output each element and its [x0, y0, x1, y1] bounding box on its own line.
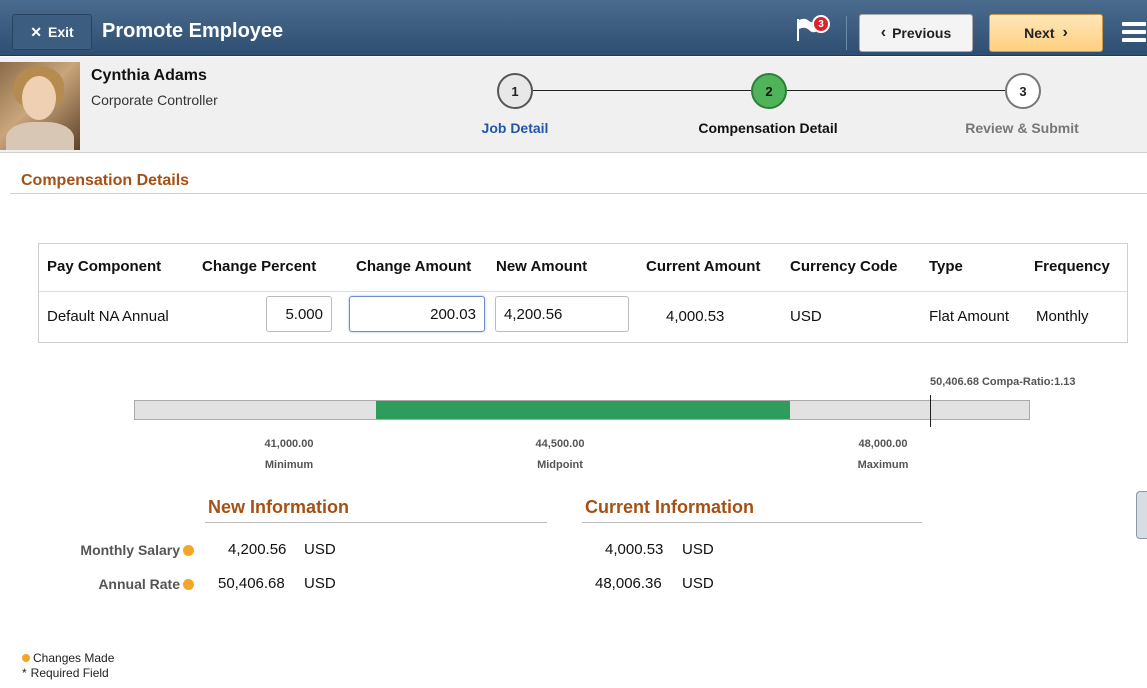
next-button[interactable]: Next ›	[989, 14, 1103, 52]
header-new-amount: New Amount	[496, 258, 588, 275]
page-header: ✕ Exit Promote Employee 3 ‹ Previous Nex…	[0, 0, 1147, 56]
type-cell: Flat Amount	[929, 308, 1010, 325]
table-header-divider	[39, 291, 1127, 292]
section-title: Compensation Details	[21, 172, 190, 189]
side-panel-toggle[interactable]	[1136, 491, 1147, 539]
change-amount-input[interactable]: 200.03	[349, 296, 485, 332]
current-information-heading: Current Information	[585, 497, 754, 517]
notifications-button[interactable]: 3	[795, 15, 835, 47]
range-midpoint-value: 44,500.00	[535, 438, 585, 450]
annual-rate-current-amount: 48,006.36	[595, 575, 662, 592]
new-information-heading: New Information	[208, 497, 350, 517]
header-pay-component: Pay Component	[47, 258, 162, 275]
monthly-salary-label: Monthly Salary	[80, 542, 180, 558]
step-1-circle[interactable]: 1	[497, 73, 533, 109]
previous-label: Previous	[892, 25, 952, 41]
section-divider	[10, 193, 1147, 194]
range-minimum-label: Minimum	[264, 459, 314, 471]
step-3-circle[interactable]: 3	[1005, 73, 1041, 109]
current-salary-marker	[930, 395, 931, 427]
currency-code-cell: USD	[790, 308, 822, 325]
range-maximum-value: 48,000.00	[858, 438, 908, 450]
exit-label: Exit	[48, 24, 74, 40]
step-3-label[interactable]: Review & Submit	[965, 120, 1079, 136]
header-change-amount: Change Amount	[356, 258, 472, 275]
compensation-table: Pay Component Change Percent Change Amou…	[38, 243, 1128, 343]
step-connector-2	[787, 90, 1005, 91]
header-change-percent: Change Percent	[202, 258, 317, 275]
close-x-icon: ✕	[30, 23, 43, 40]
previous-button[interactable]: ‹ Previous	[859, 14, 973, 52]
orange-dot-icon	[183, 579, 194, 590]
employee-banner: Cynthia Adams Corporate Controller	[0, 57, 1147, 153]
current-amount-cell: 4,000.53	[666, 308, 725, 325]
monthly-salary-current-amount: 4,000.53	[605, 541, 664, 558]
header-frequency: Frequency	[1034, 258, 1110, 275]
annual-rate-new-amount: 50,406.68	[218, 575, 285, 592]
monthly-salary-new-amount: 4,200.56	[228, 541, 287, 558]
range-midpoint-label: Midpoint	[537, 459, 583, 471]
pay-component-cell: Default NA Annual	[47, 308, 169, 325]
salary-range-bar	[134, 395, 1030, 427]
orange-dot-icon	[183, 545, 194, 556]
step-1-label[interactable]: Job Detail	[482, 120, 549, 136]
legend-required-field: * Required Field	[22, 666, 109, 680]
step-connector-1	[533, 90, 751, 91]
salary-range-fill	[376, 401, 790, 419]
next-label: Next	[1024, 25, 1055, 41]
range-minimum-value: 41,000.00	[264, 438, 314, 450]
header-current-amount: Current Amount	[646, 258, 761, 275]
page-title: Promote Employee	[102, 20, 284, 42]
range-maximum-label: Maximum	[857, 459, 909, 471]
frequency-cell: Monthly	[1036, 308, 1089, 325]
current-information-rule	[582, 522, 922, 523]
annual-rate-current-currency: USD	[682, 575, 714, 592]
required-field-text: Required Field	[30, 666, 109, 680]
employee-job-title: Corporate Controller	[91, 92, 218, 108]
monthly-salary-new-currency: USD	[304, 541, 336, 558]
compa-ratio-label: 50,406.68 Compa-Ratio:1.13	[930, 376, 1076, 388]
employee-photo	[0, 62, 80, 150]
header-type: Type	[929, 258, 963, 275]
changes-made-text: Changes Made	[33, 651, 115, 665]
annual-rate-new-currency: USD	[304, 575, 336, 592]
header-divider	[846, 16, 847, 50]
orange-dot-icon	[22, 654, 30, 662]
chevron-right-icon: ›	[1062, 24, 1068, 41]
chevron-left-icon: ‹	[880, 24, 887, 41]
change-percent-input[interactable]: 5.000	[266, 296, 332, 332]
monthly-salary-current-currency: USD	[682, 541, 714, 558]
header-currency-code: Currency Code	[790, 258, 898, 275]
employee-name: Cynthia Adams	[91, 67, 207, 84]
exit-button[interactable]: ✕ Exit	[12, 14, 92, 50]
legend-changes-made: Changes Made	[22, 651, 114, 665]
new-information-rule	[205, 522, 547, 523]
step-2-circle[interactable]: 2	[751, 73, 787, 109]
step-2-label: Compensation Detail	[698, 120, 838, 136]
new-amount-input[interactable]: 4,200.56	[495, 296, 629, 332]
required-marker: *	[22, 666, 27, 680]
notification-count-badge: 3	[812, 15, 830, 33]
annual-rate-label: Annual Rate	[98, 576, 180, 592]
hamburger-menu-icon[interactable]	[1122, 22, 1146, 44]
